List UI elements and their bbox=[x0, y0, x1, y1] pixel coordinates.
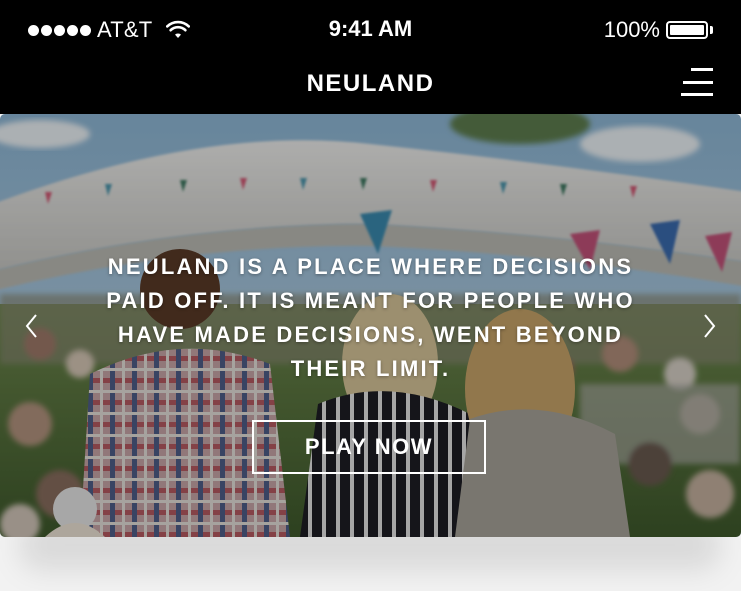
brand-title[interactable]: NEULAND bbox=[0, 70, 741, 98]
status-right: 100% bbox=[604, 17, 713, 43]
play-now-button[interactable]: PLAY NOW bbox=[252, 420, 486, 474]
chevron-right-icon[interactable] bbox=[699, 311, 719, 341]
status-bar: AT&T 9:41 AM 100% bbox=[0, 0, 741, 60]
chevron-left-icon[interactable] bbox=[22, 311, 42, 341]
battery-nub bbox=[710, 26, 713, 34]
hamburger-menu-icon[interactable] bbox=[681, 68, 713, 96]
battery-icon bbox=[666, 21, 708, 39]
hero-headline: NEULAND IS A PLACE WHERE DECISIONS PAID … bbox=[106, 254, 635, 381]
battery-percentage: 100% bbox=[603, 17, 660, 42]
nav-bar: NEULAND bbox=[0, 60, 741, 114]
hero-slide: NEULAND IS A PLACE WHERE DECISIONS PAID … bbox=[0, 114, 741, 537]
